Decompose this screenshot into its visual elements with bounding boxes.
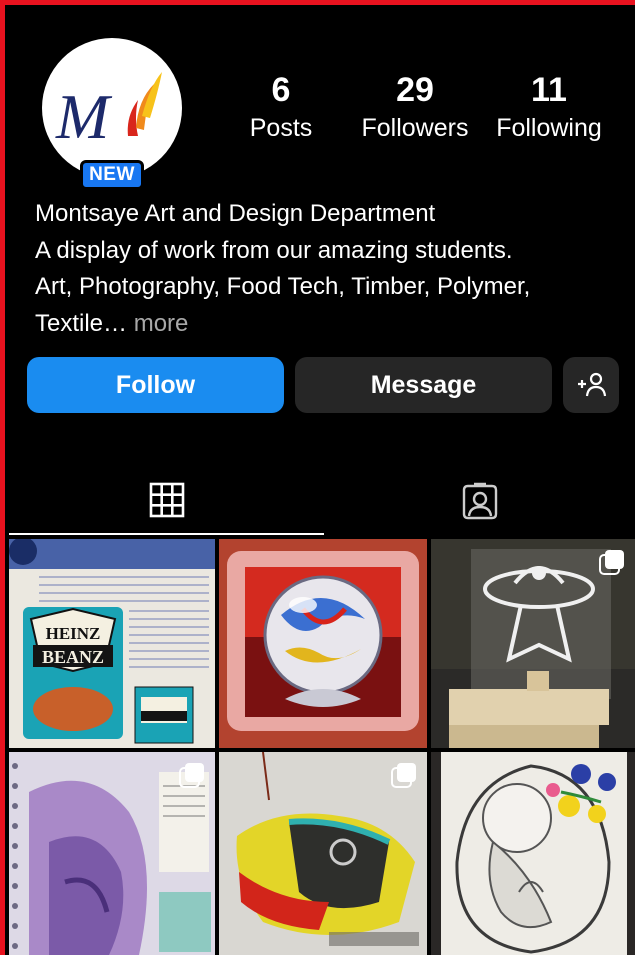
post-tile-2[interactable] [219,539,427,748]
tagged-icon [462,482,498,520]
stat-following[interactable]: 11 Following [486,70,612,146]
following-label: Following [496,114,602,142]
post-tile-3[interactable] [431,539,635,748]
post-image-marble [219,539,427,748]
stat-followers[interactable]: 29 Followers [352,70,478,146]
post-tile-6[interactable] [431,752,635,955]
message-button[interactable]: Message [295,357,552,413]
profile-bio: Montsaye Art and Design Department A dis… [35,196,625,342]
active-tab-indicator [9,533,324,535]
stat-posts[interactable]: 6 Posts [241,70,321,146]
tab-posts-grid[interactable] [9,470,324,530]
multiple-photos-icon [391,763,416,788]
tab-tagged[interactable] [325,470,635,530]
multiple-photos-icon [599,550,624,575]
post-tile-4[interactable] [9,752,215,955]
followers-count: 29 [396,71,434,109]
suggested-users-button[interactable] [563,357,619,413]
following-count: 11 [531,71,567,109]
add-person-icon [578,372,607,397]
multiple-photos-icon [179,763,204,788]
montsaye-logo: M [55,72,162,152]
beanz-label: BEANZ [42,647,104,667]
posts-grid: HEINZ BEANZ [9,539,635,955]
bio-more-link[interactable]: more [134,310,189,337]
grid-icon [149,482,184,518]
posts-label: Posts [249,114,313,142]
post-tile-1[interactable]: HEINZ BEANZ [9,539,215,748]
bio-line-2: Art, Photography, Food Tech, Timber, Pol… [35,273,531,300]
profile-avatar[interactable]: M [42,38,182,178]
post-tile-5[interactable] [219,752,427,955]
post-image-heinz: HEINZ BEANZ [9,539,215,748]
profile-name: Montsaye Art and Design Department [35,200,436,227]
posts-count: 6 [271,71,291,109]
post-image-embroidery [431,752,635,955]
followers-label: Followers [361,114,469,142]
bio-line-3: Textile… [35,309,128,337]
bio-line-1: A display of work from our amazing stude… [35,236,513,264]
follow-button[interactable]: Follow [27,357,284,413]
heinz-label: HEINZ [46,624,101,643]
svg-text:M: M [55,81,113,152]
new-badge: NEW [80,160,144,190]
